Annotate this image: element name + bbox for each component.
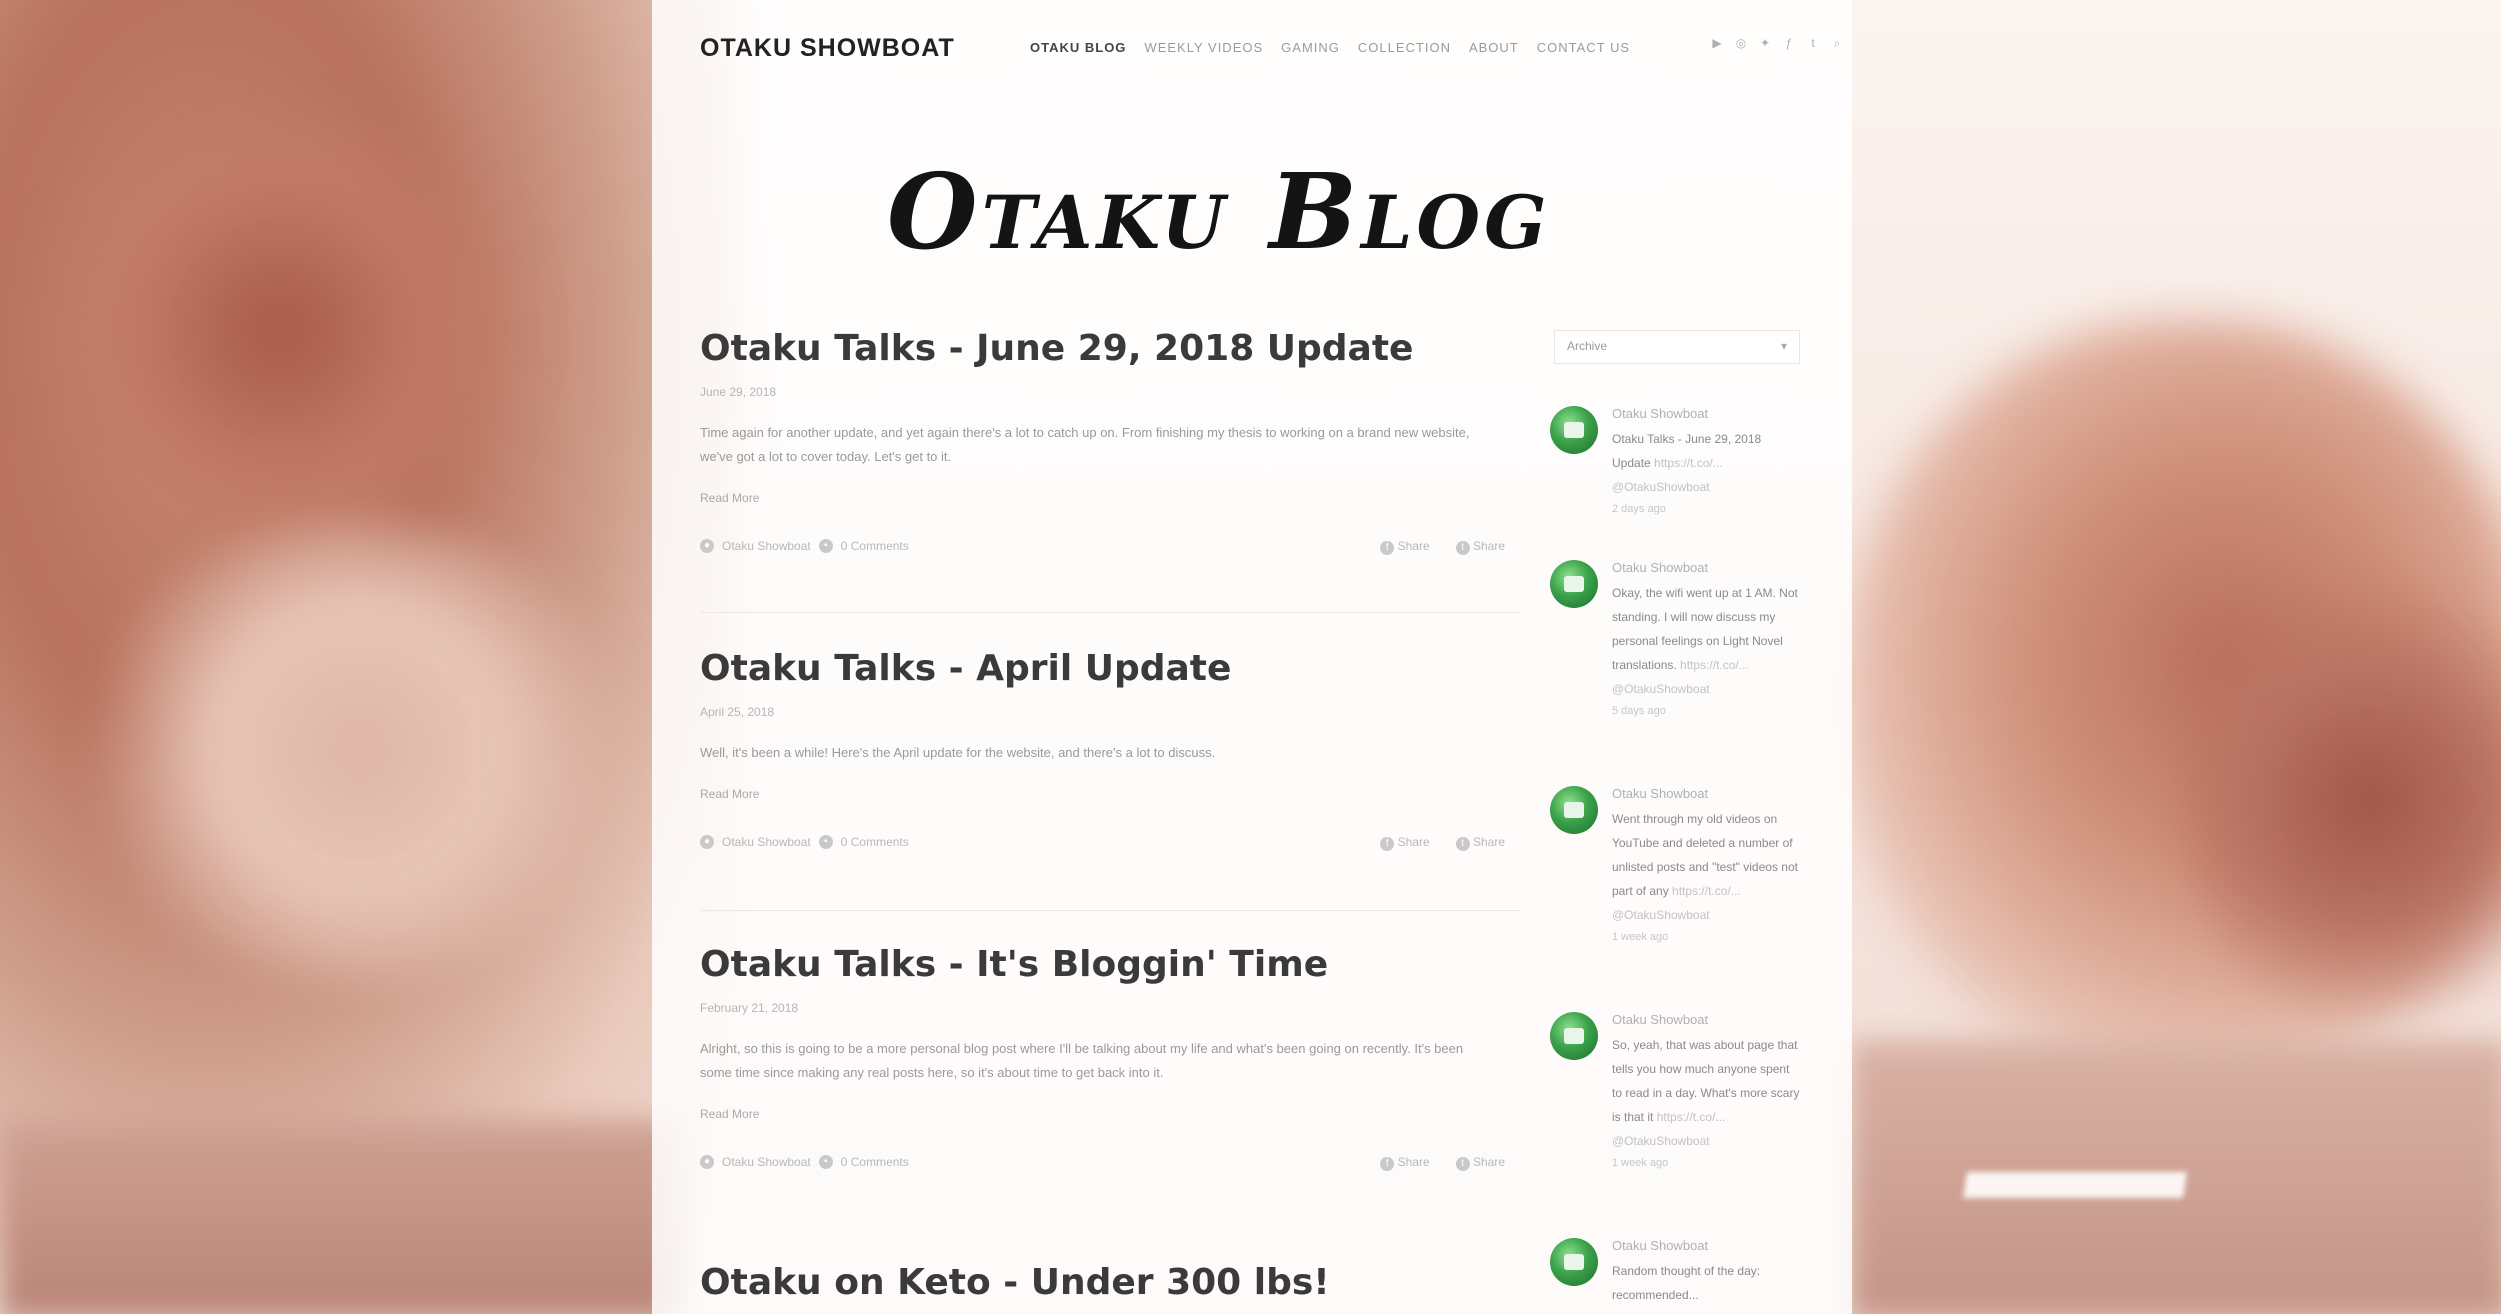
share-button[interactable]: t Share xyxy=(1455,835,1505,851)
post-divider xyxy=(700,910,1520,911)
comment-icon: ▪ xyxy=(818,835,833,849)
tweet-handle[interactable]: @OtakuShowboat xyxy=(1612,908,1710,922)
read-more-link[interactable]: Read More xyxy=(700,787,1505,801)
content-panel: OTAKU SHOWBOAT OTAKU BLOG WEEKLY VIDEOS … xyxy=(652,0,1852,1314)
social-links: ▶ ◎ ✦ ƒ t ⌕ xyxy=(1710,36,1844,51)
post-author[interactable]: Otaku Showboat xyxy=(722,835,811,849)
share-icon: t xyxy=(1455,837,1470,851)
tweet-time[interactable]: 1 week ago xyxy=(1612,931,1800,943)
tweet-author[interactable]: Otaku Showboat xyxy=(1612,406,1800,421)
comment-icon: ▪ xyxy=(818,539,833,553)
user-icon: ● xyxy=(700,835,714,849)
post-author[interactable]: Otaku Showboat xyxy=(722,1155,811,1169)
nav-item-contact-us[interactable]: CONTACT US xyxy=(1537,40,1630,55)
share-icon: t xyxy=(1455,1157,1470,1171)
comment-icon: ▪ xyxy=(818,1155,833,1169)
tweet-time[interactable]: 5 days ago xyxy=(1612,705,1800,717)
tweet-link[interactable]: https://t.co/... xyxy=(1672,884,1741,898)
tumblr-icon[interactable]: t xyxy=(1806,36,1820,50)
tweet-link[interactable]: https://t.co/... xyxy=(1654,456,1723,470)
background-dock xyxy=(1963,1172,2187,1198)
post-date: April 25, 2018 xyxy=(700,705,775,719)
site-brand[interactable]: OTAKU SHOWBOAT xyxy=(700,34,955,63)
nav-item-collection[interactable]: COLLECTION xyxy=(1358,40,1451,55)
background-water-left xyxy=(0,1120,680,1314)
user-icon: ● xyxy=(700,1155,714,1169)
tweet-link[interactable]: https://t.co/... xyxy=(1680,658,1749,672)
tweet-time[interactable]: 1 week ago xyxy=(1612,1157,1800,1169)
blog-post: Otaku Talks - June 29, 2018 Update June … xyxy=(700,328,1505,559)
share-button[interactable]: f Share xyxy=(1380,539,1430,555)
post-excerpt: Alright, so this is going to be a more p… xyxy=(700,1041,1464,1080)
instagram-icon[interactable]: ◎ xyxy=(1734,36,1748,50)
share-button[interactable]: f Share xyxy=(1380,835,1430,851)
youtube-icon[interactable]: ▶ xyxy=(1710,36,1724,50)
share-icon: f xyxy=(1380,837,1395,851)
nav-item-otaku-blog[interactable]: OTAKU BLOG xyxy=(1030,40,1126,55)
post-excerpt: Well, it's been a while! Here's the Apri… xyxy=(700,745,1216,760)
post-meta: ● Otaku Showboat ▪ 0 Comments f Share t … xyxy=(700,1155,1505,1175)
page-title: Otaku Blog xyxy=(887,150,1551,273)
tweet-handle[interactable]: @OtakuShowboat xyxy=(1612,682,1710,696)
archive-dropdown[interactable]: Archive ▾ xyxy=(1554,330,1800,364)
background-trees-left xyxy=(20,120,540,540)
read-more-link[interactable]: Read More xyxy=(700,491,1505,505)
share-icon: f xyxy=(1380,541,1395,555)
blog-post: Otaku on Keto - Under 300 lbs! xyxy=(700,1262,1505,1303)
avatar[interactable] xyxy=(1550,406,1598,454)
post-title[interactable]: Otaku Talks - June 29, 2018 Update xyxy=(700,328,1505,369)
post-excerpt: Time again for another update, and yet a… xyxy=(700,425,1470,464)
search-icon[interactable]: ⌕ xyxy=(1830,36,1844,50)
post-title[interactable]: Otaku Talks - April Update xyxy=(700,648,1505,689)
post-author[interactable]: Otaku Showboat xyxy=(722,539,811,553)
chevron-down-icon: ▾ xyxy=(1780,339,1787,353)
share-button[interactable]: t Share xyxy=(1455,1155,1505,1171)
avatar[interactable] xyxy=(1550,560,1598,608)
user-icon: ● xyxy=(700,539,714,553)
post-divider xyxy=(700,612,1520,613)
post-date: June 29, 2018 xyxy=(700,385,777,399)
tweet-text: Went through my old videos on YouTube an… xyxy=(1612,812,1798,922)
tweet-author[interactable]: Otaku Showboat xyxy=(1612,1238,1800,1253)
tweet-handle[interactable]: @OtakuShowboat xyxy=(1612,480,1710,494)
tweet-text: So, yeah, that was about page that tells… xyxy=(1612,1038,1800,1148)
nav-item-about[interactable]: ABOUT xyxy=(1469,40,1519,55)
archive-selected-value: Archive xyxy=(1567,339,1608,353)
blog-post: Otaku Talks - It's Bloggin' Time Februar… xyxy=(700,944,1505,1175)
tweet-author[interactable]: Otaku Showboat xyxy=(1612,1012,1800,1027)
post-title[interactable]: Otaku on Keto - Under 300 lbs! xyxy=(700,1262,1505,1303)
twitter-icon[interactable]: ✦ xyxy=(1758,36,1772,50)
tweet-handle[interactable]: @OtakuShowboat xyxy=(1612,1134,1710,1148)
tweet-author[interactable]: Otaku Showboat xyxy=(1612,786,1800,801)
post-comments[interactable]: 0 Comments xyxy=(841,835,909,849)
share-icon: f xyxy=(1380,1157,1395,1171)
post-title[interactable]: Otaku Talks - It's Bloggin' Time xyxy=(700,944,1505,985)
post-comments[interactable]: 0 Comments xyxy=(841,539,909,553)
post-meta: ● Otaku Showboat ▪ 0 Comments f Share t … xyxy=(700,835,1505,855)
post-comments[interactable]: 0 Comments xyxy=(841,1155,909,1169)
read-more-link[interactable]: Read More xyxy=(700,1107,1505,1121)
nav-menu: OTAKU BLOG WEEKLY VIDEOS GAMING COLLECTI… xyxy=(1030,40,1630,55)
post-date: February 21, 2018 xyxy=(700,1001,799,1015)
nav-item-gaming[interactable]: GAMING xyxy=(1281,40,1340,55)
tweet-text: Otaku Talks - June 29, 2018 Update https… xyxy=(1612,432,1762,494)
post-meta: ● Otaku Showboat ▪ 0 Comments f Share t … xyxy=(700,539,1505,559)
share-button[interactable]: t Share xyxy=(1455,539,1505,555)
top-navbar: OTAKU SHOWBOAT OTAKU BLOG WEEKLY VIDEOS … xyxy=(700,32,1840,68)
avatar[interactable] xyxy=(1550,786,1598,834)
facebook-icon[interactable]: ƒ xyxy=(1782,36,1796,50)
avatar[interactable] xyxy=(1550,1012,1598,1060)
share-icon: t xyxy=(1455,541,1470,555)
nav-item-weekly-videos[interactable]: WEEKLY VIDEOS xyxy=(1144,40,1263,55)
tweet-text: Okay, the wifi went up at 1 AM. Not stan… xyxy=(1612,586,1798,696)
tweet-time[interactable]: 2 days ago xyxy=(1612,503,1800,515)
tweet-text: Random thought of the day: recommended..… xyxy=(1612,1264,1761,1302)
blog-post: Otaku Talks - April Update April 25, 201… xyxy=(700,648,1505,855)
background-trees-left-lower xyxy=(80,520,640,980)
tweet-author[interactable]: Otaku Showboat xyxy=(1612,560,1800,575)
share-button[interactable]: f Share xyxy=(1380,1155,1430,1171)
avatar[interactable] xyxy=(1550,1238,1598,1286)
tweet-link[interactable]: https://t.co/... xyxy=(1657,1110,1726,1124)
